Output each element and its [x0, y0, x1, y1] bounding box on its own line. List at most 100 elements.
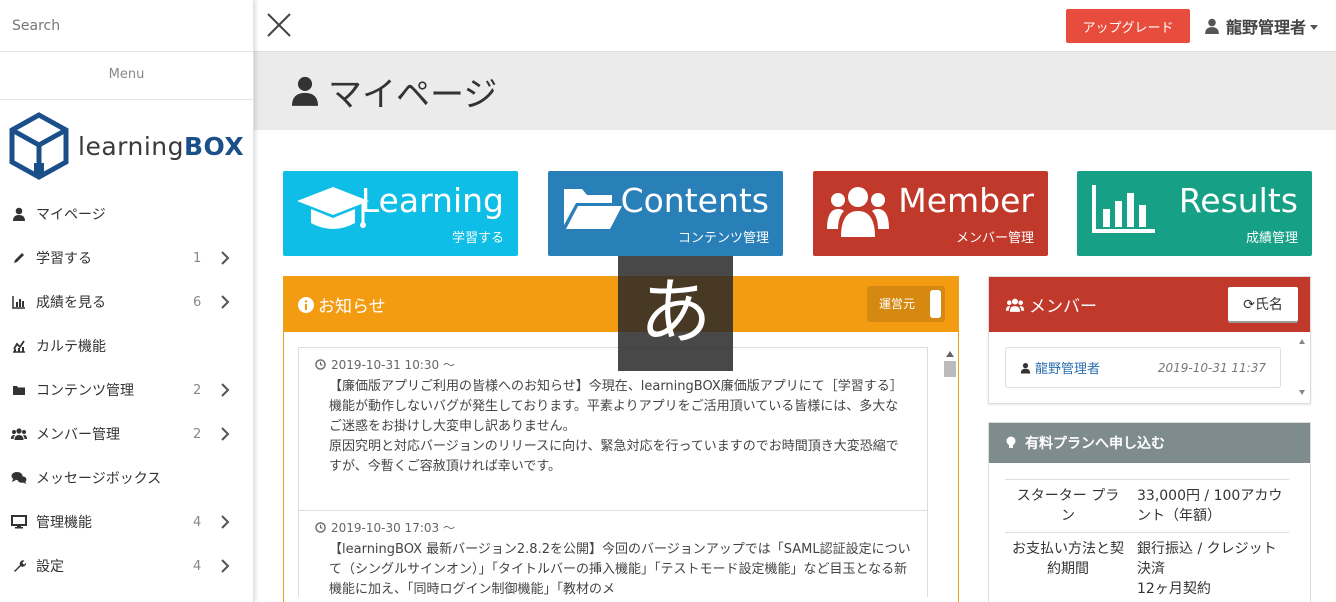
- tile-subtitle: 成績管理: [1245, 231, 1298, 246]
- tile-title: Results: [1178, 181, 1298, 220]
- sidebar-item-label: 学習する: [36, 251, 92, 267]
- bar-chart-icon: [1092, 185, 1155, 233]
- chevron-right-icon: [221, 559, 230, 573]
- sidebar-item-label: メンバー管理: [36, 427, 120, 443]
- chevron-right-icon: [221, 515, 230, 529]
- chevron-right-icon: [221, 295, 230, 309]
- sidebar-item-contents[interactable]: コンテンツ管理 2: [0, 368, 253, 412]
- sidebar-item-settings[interactable]: 設定 4: [0, 544, 253, 588]
- news-list[interactable]: 2019-10-31 10:30 ～ 【廉価版アプリご利用の皆様へのお知らせ】今…: [298, 347, 928, 597]
- sidebar-item-learn[interactable]: 学習する 1: [0, 236, 253, 280]
- monitor-icon: [10, 513, 28, 531]
- member-last-login: 2019-10-31 11:37: [1157, 360, 1266, 375]
- user-menu[interactable]: 龍野管理者: [1204, 14, 1319, 38]
- users-icon: [827, 187, 889, 237]
- page-header: マイページ: [254, 52, 1336, 130]
- sidebar-item-count: 2: [193, 426, 202, 442]
- caret-down-icon: [1310, 25, 1319, 30]
- sidebar-item-count: 4: [193, 558, 202, 574]
- users-icon: [10, 425, 28, 443]
- paid-plan-panel: 有料プランへ申し込む スターター プラン 33,000円 / 100アカウント（…: [988, 422, 1311, 602]
- chevron-right-icon: [221, 427, 230, 441]
- chevron-right-icon: [221, 251, 230, 265]
- news-item: 2019-10-31 10:30 ～ 【廉価版アプリご利用の皆様へのお知らせ】今…: [298, 347, 928, 511]
- sidebar-item-karte[interactable]: カルテ機能: [0, 324, 253, 368]
- info-icon: [298, 296, 314, 313]
- sidebar: Menu learningBOX マイページ 学習する 1 成績を見る 6: [0, 0, 254, 602]
- user-icon: [10, 205, 28, 223]
- news-time: 2019-10-31 10:30 ～: [315, 356, 911, 373]
- tile-subtitle: コンテンツ管理: [677, 231, 769, 246]
- comments-icon: [10, 469, 28, 487]
- tile-title: Member: [898, 181, 1034, 220]
- sidebar-item-label: コンテンツ管理: [36, 383, 134, 399]
- plan-row: お支払い方法と契約期間 銀行振込 / クレジット決済 12ヶ月契約: [1005, 532, 1289, 602]
- plan-value: 33,000円 / 100アカウント（年額）: [1131, 479, 1289, 533]
- user-icon: [1020, 362, 1031, 373]
- pencil-icon: [10, 249, 28, 267]
- sidebar-item-members[interactable]: メンバー管理 2: [0, 412, 253, 456]
- sidebar-item-count: 2: [193, 382, 202, 398]
- toggle-label: 運営元: [879, 297, 916, 311]
- user-icon: [292, 76, 318, 106]
- tile-title: Learning: [360, 181, 504, 220]
- sidebar-item-label: メッセージボックス: [36, 471, 162, 487]
- users-icon: [1005, 298, 1025, 312]
- clock-icon: [315, 522, 326, 533]
- tile-learning[interactable]: Learning 学習する: [283, 171, 518, 256]
- plan-row: スターター プラン 33,000円 / 100アカウント（年額）: [1005, 479, 1289, 533]
- sidebar-item-results[interactable]: 成績を見る 6: [0, 280, 253, 324]
- scroll-thumb[interactable]: [944, 361, 956, 377]
- news-title: お知らせ: [318, 297, 386, 317]
- tile-contents[interactable]: Contents コンテンツ管理: [548, 171, 783, 256]
- sidebar-item-label: 成績を見る: [36, 295, 106, 311]
- tile-title: Contents: [620, 181, 769, 220]
- folder-icon: [10, 381, 28, 399]
- tile-results[interactable]: Results 成績管理: [1077, 171, 1312, 256]
- main-content: マイページ Learning 学習する Contents コンテンツ管理 Mem…: [254, 52, 1336, 602]
- sort-by-name-button[interactable]: ⟳氏名: [1228, 287, 1298, 321]
- sidebar-item-label: 管理機能: [36, 515, 92, 531]
- bar-chart-icon: [10, 293, 28, 311]
- tile-member[interactable]: Member メンバー管理: [813, 171, 1048, 256]
- sidebar-item-mypage[interactable]: マイページ: [0, 192, 253, 236]
- news-body: 【learningBOX 最新バージョン2.8.2を公開】今回のバージョンアップ…: [329, 542, 911, 597]
- sidebar-nav: マイページ 学習する 1 成績を見る 6 カルテ機能 コンテンツ管理 2 メンバ…: [0, 192, 253, 588]
- member-row[interactable]: 龍野管理者 2019-10-31 11:37: [1005, 347, 1281, 388]
- close-icon[interactable]: [266, 12, 292, 38]
- member-scrollbar[interactable]: [1299, 339, 1305, 395]
- news-body: 【廉価版アプリご利用の皆様へのお知らせ】今現在、learningBOX廉価版アプ…: [329, 379, 903, 474]
- news-scrollbar[interactable]: [944, 347, 956, 597]
- sidebar-item-label: マイページ: [36, 207, 106, 223]
- logo-text: learningBOX: [78, 131, 245, 161]
- plan-value: 銀行振込 / クレジット決済 12ヶ月契約: [1131, 532, 1289, 602]
- scroll-up-icon[interactable]: [946, 351, 954, 357]
- clock-icon: [315, 359, 326, 370]
- tile-subtitle: 学習する: [451, 231, 504, 246]
- user-icon: [1205, 18, 1219, 34]
- sidebar-item-admin[interactable]: 管理機能 4: [0, 500, 253, 544]
- plan-header: 有料プランへ申し込む: [989, 423, 1310, 463]
- ime-input-mode-indicator: あ: [618, 256, 733, 371]
- graduation-cap-icon: [297, 187, 369, 229]
- learningbox-logo[interactable]: learningBOX: [0, 100, 253, 192]
- sidebar-item-count: 6: [193, 294, 202, 310]
- sidebar-item-count: 4: [193, 514, 202, 530]
- search-input[interactable]: [12, 17, 232, 34]
- folder-open-icon: [564, 189, 622, 229]
- operator-toggle[interactable]: 運営元: [867, 286, 945, 322]
- sidebar-item-messages[interactable]: メッセージボックス: [0, 456, 253, 500]
- upgrade-button[interactable]: アップグレード: [1066, 9, 1190, 43]
- line-chart-icon: [10, 337, 28, 355]
- sidebar-item-count: 1: [193, 250, 202, 266]
- member-panel: メンバー ⟳氏名 龍野管理者 2019-10-31 11:37: [988, 276, 1311, 404]
- news-item: 2019-10-30 17:03 ～ 【learningBOX 最新バージョン2…: [298, 511, 928, 597]
- member-name[interactable]: 龍野管理者: [1035, 358, 1100, 377]
- news-time-text: 2019-10-30 17:03 ～: [331, 521, 455, 535]
- scroll-down-icon[interactable]: [1299, 390, 1305, 395]
- toggle-knob: [930, 290, 941, 318]
- plan-title: 有料プランへ申し込む: [1025, 436, 1165, 452]
- page-title: マイページ: [328, 74, 498, 115]
- lightbulb-icon: [1006, 436, 1016, 448]
- scroll-up-icon[interactable]: [1299, 339, 1305, 344]
